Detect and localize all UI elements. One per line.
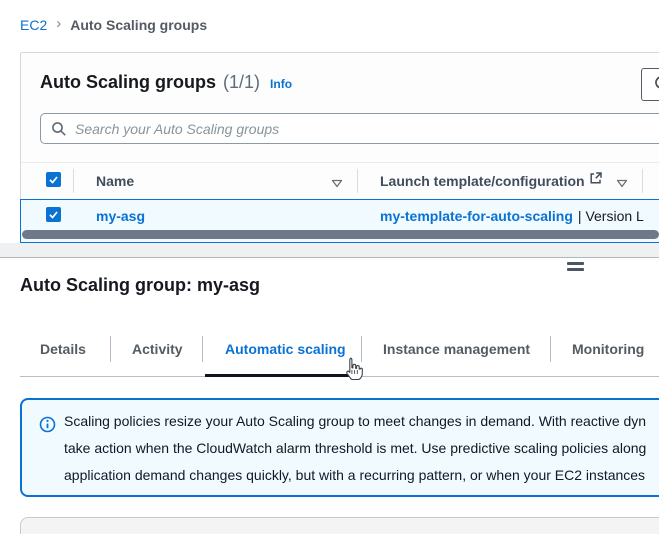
tab-activity[interactable]: Activity — [132, 341, 183, 357]
tab-divider — [202, 336, 203, 362]
external-link-icon — [589, 171, 603, 190]
split-panel-title: Auto Scaling group: my-asg — [20, 275, 260, 296]
drag-handle-icon[interactable] — [567, 262, 584, 274]
banner-line: application demand changes quickly, but … — [64, 462, 646, 489]
panel-gap — [0, 243, 659, 257]
breadcrumb-chevron-icon: › — [56, 15, 61, 32]
breadcrumb-current: Auto Scaling groups — [70, 17, 207, 33]
info-icon — [39, 416, 56, 438]
tab-divider — [110, 336, 111, 362]
info-link[interactable]: Info — [270, 77, 292, 91]
column-divider — [642, 169, 643, 193]
tab-instance-management[interactable]: Instance management — [383, 341, 530, 357]
column-divider — [357, 169, 358, 193]
row-checkbox[interactable] — [46, 207, 61, 222]
tab-divider — [361, 336, 362, 362]
table-header-divider — [21, 162, 659, 163]
search-icon — [51, 121, 67, 142]
breadcrumb: EC2 › Auto Scaling groups — [20, 16, 207, 33]
horizontal-scrollbar[interactable] — [22, 230, 659, 239]
policies-section-header — [20, 517, 659, 534]
column-header-name[interactable]: Name — [96, 173, 134, 189]
card-header: Auto Scaling groups (1/1) Info — [40, 72, 292, 93]
column-divider — [73, 169, 74, 193]
column-header-launch-template[interactable]: Launch template/configuration — [380, 173, 585, 189]
sort-icon[interactable] — [616, 175, 628, 193]
info-banner-text: Scaling policies resize your Auto Scalin… — [64, 408, 646, 489]
banner-line: Scaling policies resize your Auto Scalin… — [64, 408, 646, 435]
launch-template-link[interactable]: my-template-for-auto-scaling — [380, 208, 573, 224]
select-all-checkbox[interactable] — [46, 172, 61, 187]
refresh-button[interactable] — [641, 68, 659, 101]
launch-template-cell: my-template-for-auto-scaling | Version L — [380, 208, 644, 226]
asg-name-link[interactable]: my-asg — [96, 208, 145, 224]
breadcrumb-link-ec2[interactable]: EC2 — [20, 17, 47, 33]
page-title: Auto Scaling groups — [40, 72, 216, 93]
active-tab-underline — [205, 374, 362, 377]
search-input[interactable] — [40, 113, 659, 144]
tab-details[interactable]: Details — [40, 341, 86, 357]
resource-count: (1/1) — [223, 72, 260, 93]
refresh-icon — [653, 74, 659, 96]
banner-line: take action when the CloudWatch alarm th… — [64, 435, 646, 462]
tab-automatic-scaling[interactable]: Automatic scaling — [225, 341, 346, 357]
tab-divider — [550, 336, 551, 362]
tab-monitoring[interactable]: Monitoring — [572, 341, 644, 357]
launch-template-version: | Version L — [578, 208, 644, 224]
aws-console-page: EC2 › Auto Scaling groups Auto Scaling g… — [0, 0, 659, 534]
sort-icon[interactable] — [331, 175, 343, 193]
